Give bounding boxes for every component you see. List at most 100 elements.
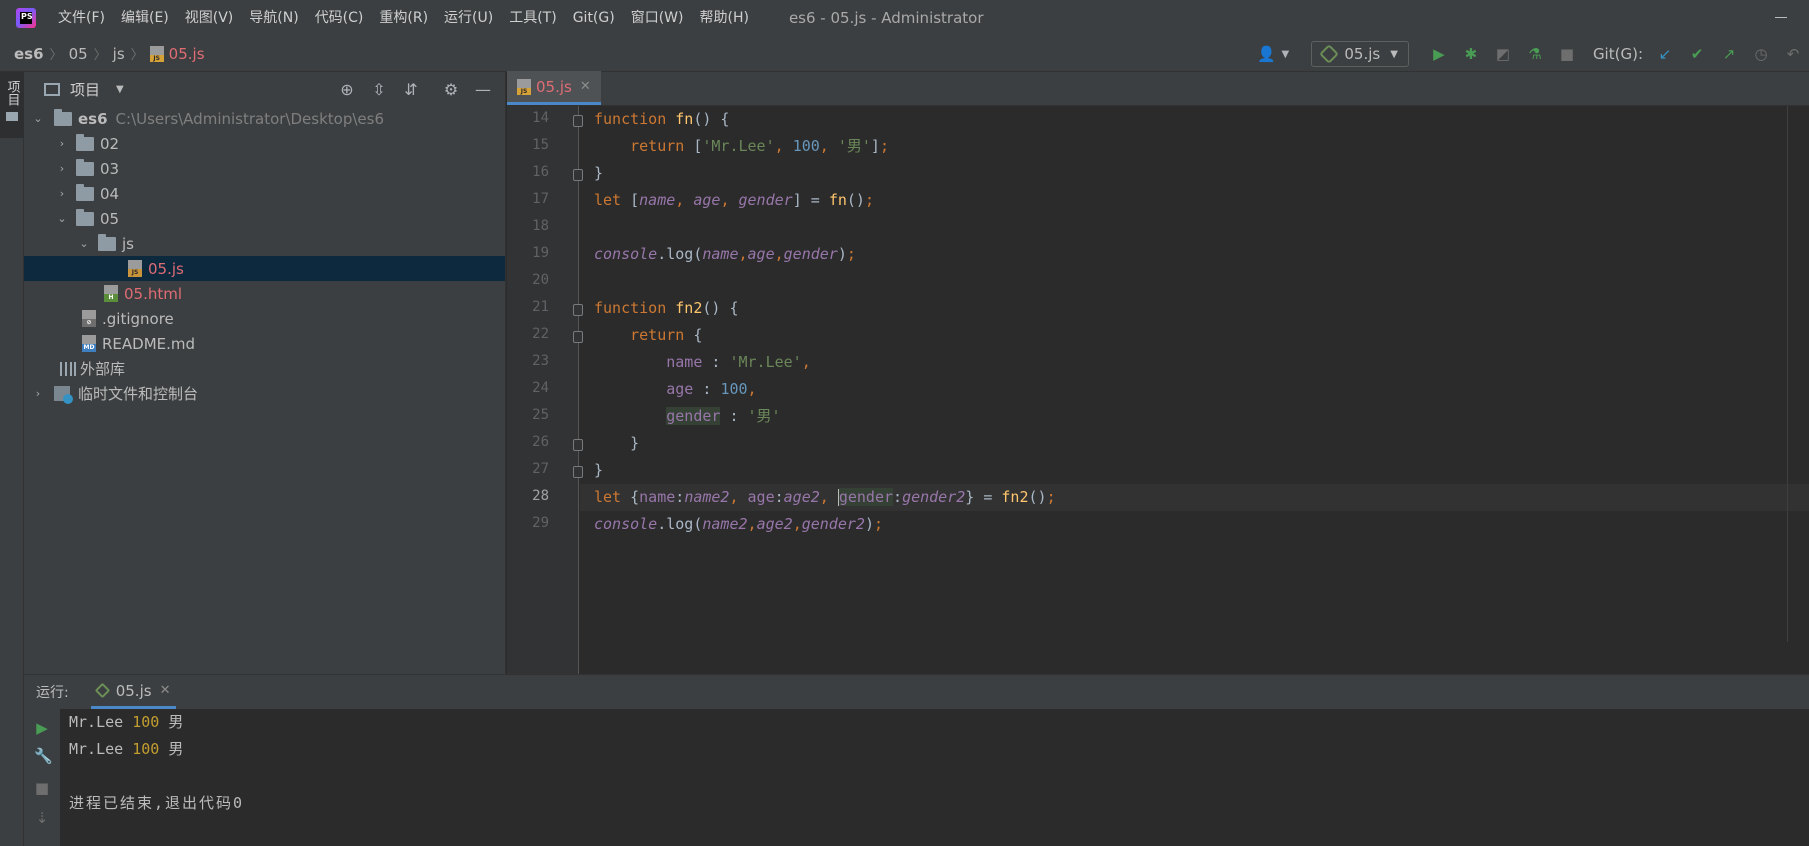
project-tool-tab-label: 项目 <box>4 80 20 106</box>
window-title: es6 - 05.js - Administrator <box>788 9 984 27</box>
tree-item-folder-05[interactable]: ⌄ 05 <box>24 206 505 231</box>
chevron-down-icon[interactable]: ▼ <box>116 84 124 95</box>
tree-item-folder-04[interactable]: › 04 <box>24 181 505 206</box>
code-line[interactable]: return { <box>580 322 1809 349</box>
breadcrumb-js[interactable]: js <box>113 45 125 63</box>
git-update-icon[interactable]: ↙ <box>1656 45 1674 63</box>
tree-item-root[interactable]: ⌄ es6 C:\Users\Administrator\Desktop\es6 <box>24 106 505 131</box>
menu-file[interactable]: 文件(F) <box>50 0 113 36</box>
run-tab-label: 05.js <box>115 681 152 700</box>
folder-icon <box>76 133 94 151</box>
code-line[interactable]: } <box>580 160 1809 187</box>
code-line[interactable]: return ['Mr.Lee', 100, '男']; <box>580 133 1809 160</box>
run-icon[interactable]: ▶ <box>1430 45 1448 63</box>
git-push-icon[interactable]: ↗ <box>1720 45 1738 63</box>
editor-tab-05-js[interactable]: 05.js ✕ <box>507 71 601 105</box>
tree-item-folder-03[interactable]: › 03 <box>24 156 505 181</box>
code-line-current[interactable]: let {name:name2, age:age2, gender:gender… <box>580 484 1809 511</box>
code-line[interactable]: } <box>580 430 1809 457</box>
coverage-icon[interactable]: ◩ <box>1494 45 1512 63</box>
chevron-down-icon[interactable]: ▼ <box>1276 45 1294 63</box>
editor-tab-bar: 05.js ✕ <box>507 71 1809 106</box>
tree-item-scratches[interactable]: › 临时文件和控制台 <box>24 381 505 406</box>
close-icon[interactable]: ✕ <box>580 79 591 94</box>
close-icon[interactable]: ✕ <box>160 683 171 698</box>
code-line[interactable]: age : 100, <box>580 376 1809 403</box>
chevron-down-icon[interactable]: ⌄ <box>54 212 70 225</box>
folder-icon <box>76 158 94 176</box>
code-text-area[interactable]: function fn() { return ['Mr.Lee', 100, '… <box>580 106 1809 674</box>
code-line[interactable]: } <box>580 457 1809 484</box>
breadcrumb-es6[interactable]: es6 <box>14 45 44 63</box>
stop-icon[interactable]: ■ <box>34 779 50 797</box>
menu-git[interactable]: Git(G) <box>565 0 623 36</box>
profiler-icon[interactable]: ⚗ <box>1526 45 1544 63</box>
code-token: gender2 <box>801 515 865 533</box>
collapse-all-icon[interactable]: ⇵ <box>403 80 419 99</box>
code-token: age2 <box>756 515 793 533</box>
tree-root-path: C:\Users\Administrator\Desktop\es6 <box>115 109 384 128</box>
menu-edit[interactable]: 编辑(E) <box>113 0 177 36</box>
tree-item-folder-02[interactable]: › 02 <box>24 131 505 156</box>
menu-navigate[interactable]: 导航(N) <box>241 0 306 36</box>
hide-icon[interactable]: — <box>475 80 491 99</box>
code-line[interactable] <box>580 214 1809 241</box>
line-number: 29 <box>532 515 549 531</box>
minimize-button[interactable] <box>1775 17 1787 18</box>
menu-code[interactable]: 代码(C) <box>307 0 372 36</box>
left-tool-stripe: 项目 <box>0 72 24 846</box>
code-line[interactable]: gender : '男' <box>580 403 1809 430</box>
breadcrumb-file[interactable]: 05.js <box>149 45 205 63</box>
tree-item-file-gitignore[interactable]: ⊘ .gitignore <box>24 306 505 331</box>
user-icon[interactable]: 👤 <box>1257 45 1276 63</box>
code-token: gender2 <box>902 488 966 506</box>
project-panel-title[interactable]: 项目 <box>70 79 100 100</box>
menu-tools[interactable]: 工具(T) <box>501 0 564 36</box>
run-configuration-select[interactable]: 05.js ▼ <box>1311 41 1409 67</box>
chevron-down-icon[interactable]: ⌄ <box>76 237 92 250</box>
git-commit-icon[interactable]: ✔ <box>1688 45 1706 63</box>
debug-icon[interactable]: ✱ <box>1462 45 1480 63</box>
code-token: fn <box>675 110 694 128</box>
console-output[interactable]: Mr.Lee 100 男 Mr.Lee 100 男 进程已结束,退出代码0 <box>69 709 1809 846</box>
tree-item-external-libraries[interactable]: 外部库 <box>24 356 505 381</box>
code-token: gender <box>838 488 894 506</box>
tree-item-file-05-html[interactable]: H 05.html <box>24 281 505 306</box>
menu-help[interactable]: 帮助(H) <box>691 0 756 36</box>
breadcrumb-05[interactable]: 05 <box>69 45 88 63</box>
chevron-right-icon[interactable]: › <box>54 187 70 200</box>
chevron-right-icon[interactable]: › <box>54 137 70 150</box>
expand-all-icon[interactable]: ⇳ <box>371 80 387 99</box>
chevron-right-icon[interactable]: › <box>54 162 70 175</box>
code-line[interactable]: function fn() { <box>580 106 1809 133</box>
project-window-icon <box>44 82 60 96</box>
project-tool-tab[interactable]: 项目 <box>0 72 24 138</box>
code-line[interactable]: name : 'Mr.Lee', <box>580 349 1809 376</box>
stop-icon[interactable]: ■ <box>1558 45 1576 63</box>
tree-item-label: .gitignore <box>102 309 174 328</box>
locate-icon[interactable]: ⊕ <box>339 80 355 99</box>
history-icon[interactable]: ◷ <box>1752 45 1770 63</box>
menu-refactor[interactable]: 重构(R) <box>371 0 436 36</box>
scroll-down-icon[interactable]: ⇣ <box>34 809 50 827</box>
rerun-icon[interactable]: ▶ <box>34 719 50 737</box>
chevron-down-icon[interactable]: ⌄ <box>30 112 46 125</box>
wrench-icon[interactable]: 🔧 <box>34 747 53 765</box>
code-line[interactable]: function fn2() { <box>580 295 1809 322</box>
code-line[interactable]: let [name, age, gender] = fn(); <box>580 187 1809 214</box>
menu-window[interactable]: 窗口(W) <box>623 0 692 36</box>
menu-view[interactable]: 视图(V) <box>177 0 242 36</box>
gear-icon[interactable]: ⚙ <box>443 80 459 99</box>
line-number: 14 <box>532 110 549 126</box>
code-line[interactable]: console.log(name,age,gender); <box>580 241 1809 268</box>
tree-item-folder-js[interactable]: ⌄ js <box>24 231 505 256</box>
chevron-right-icon[interactable]: › <box>30 387 46 400</box>
tree-item-file-05-js[interactable]: JS 05.js <box>24 256 505 281</box>
menu-run[interactable]: 运行(U) <box>436 0 501 36</box>
rollback-icon[interactable]: ↶ <box>1784 45 1802 63</box>
tree-item-file-readme[interactable]: MD README.md <box>24 331 505 356</box>
code-line[interactable] <box>580 268 1809 295</box>
console-line: Mr.Lee 100 男 <box>69 713 184 731</box>
run-tab-05-js[interactable]: 05.js ✕ <box>90 675 177 709</box>
code-line[interactable]: console.log(name2,age2,gender2); <box>580 511 1809 538</box>
